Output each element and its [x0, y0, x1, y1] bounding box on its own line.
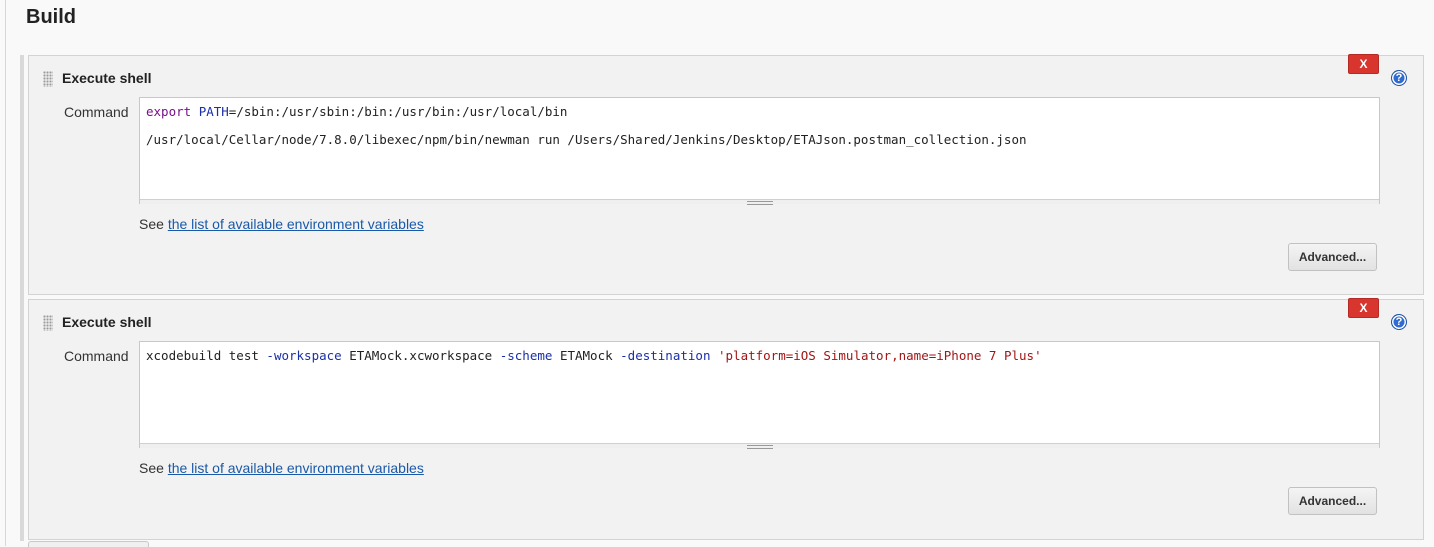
build-step-execute-shell-2: Execute shell X ? Command xcodebuild tes…: [28, 298, 1424, 540]
drag-handle-icon[interactable]: [43, 71, 53, 87]
step-group-bar: [20, 55, 24, 541]
command-token: 'platform=iOS Simulator,name=iPhone 7 Pl…: [718, 348, 1042, 363]
command-token: export: [146, 104, 192, 119]
command-token: -destination: [620, 348, 711, 363]
command-token: -scheme: [499, 348, 553, 363]
add-build-step-button-edge[interactable]: [28, 541, 149, 547]
command-textarea[interactable]: xcodebuild test -workspace ETAMock.xcwor…: [139, 341, 1380, 449]
command-token: [710, 348, 718, 363]
command-token: =/sbin:/usr/sbin:/bin:/usr/bin:/usr/loca…: [228, 104, 568, 119]
env-vars-help: See the list of available environment va…: [139, 216, 424, 232]
build-step-execute-shell-1: Execute shell X ? Command export PATH=/s…: [28, 54, 1424, 295]
drag-handle-icon[interactable]: [43, 315, 53, 331]
command-line: export PATH=/sbin:/usr/sbin:/bin:/usr/bi…: [146, 104, 1373, 132]
command-line: /usr/local/Cellar/node/7.8.0/libexec/npm…: [146, 132, 1373, 160]
delete-step-button[interactable]: X: [1348, 54, 1379, 74]
command-label: Command: [64, 348, 129, 364]
page-left-border: [5, 0, 6, 546]
see-text: See: [139, 216, 168, 232]
env-vars-link[interactable]: the list of available environment variab…: [168, 216, 424, 232]
command-token: [191, 104, 199, 119]
help-icon[interactable]: ?: [1391, 70, 1407, 86]
command-line: xcodebuild test -workspace ETAMock.xcwor…: [146, 348, 1373, 376]
command-label: Command: [64, 104, 129, 120]
command-token: ETAMock.xcworkspace: [341, 348, 500, 363]
command-textarea[interactable]: export PATH=/sbin:/usr/sbin:/bin:/usr/bi…: [139, 97, 1380, 205]
command-token: -workspace: [266, 348, 342, 363]
step-title: Execute shell: [62, 70, 152, 86]
section-title-build: Build: [26, 6, 76, 28]
command-token: /usr/local/Cellar/node/7.8.0/libexec/npm…: [146, 132, 1027, 147]
command-token: PATH: [198, 104, 229, 119]
env-vars-help: See the list of available environment va…: [139, 460, 424, 476]
delete-step-button[interactable]: X: [1348, 298, 1379, 318]
help-icon[interactable]: ?: [1391, 314, 1407, 330]
textarea-resize-handle[interactable]: [140, 443, 1379, 449]
command-token: ETAMock: [552, 348, 621, 363]
advanced-button[interactable]: Advanced...: [1288, 243, 1377, 271]
advanced-button[interactable]: Advanced...: [1288, 487, 1377, 515]
see-text: See: [139, 460, 168, 476]
env-vars-link[interactable]: the list of available environment variab…: [168, 460, 424, 476]
step-title: Execute shell: [62, 314, 152, 330]
textarea-resize-handle[interactable]: [140, 199, 1379, 205]
command-token: xcodebuild test: [146, 348, 267, 363]
